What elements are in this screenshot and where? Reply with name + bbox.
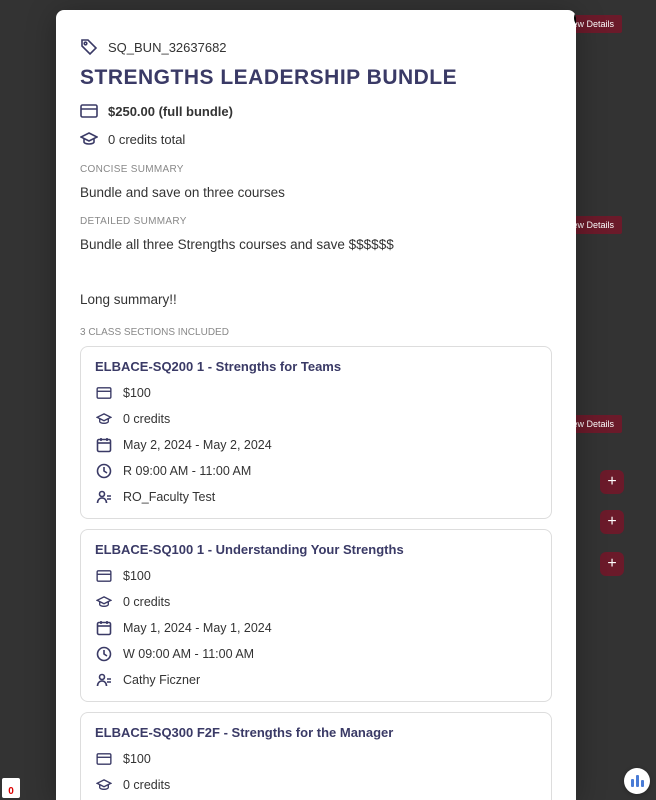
section-price: $100 bbox=[123, 386, 151, 400]
section-dates: May 2, 2024 - May 2, 2024 bbox=[123, 438, 272, 452]
clock-icon bbox=[95, 462, 113, 480]
detailed-summary-label: DETAILED SUMMARY bbox=[80, 216, 552, 227]
credit-card-icon bbox=[80, 102, 98, 120]
bars-icon bbox=[631, 775, 644, 787]
bundle-price: $250.00 (full bundle) bbox=[108, 104, 233, 119]
graduation-cap-icon bbox=[95, 776, 113, 794]
calendar-icon bbox=[95, 619, 113, 637]
graduation-cap-icon bbox=[80, 130, 98, 148]
calendar-icon bbox=[95, 436, 113, 454]
class-sections-label: 3 CLASS SECTIONS INCLUDED bbox=[80, 327, 552, 338]
section-time: W 09:00 AM - 11:00 AM bbox=[123, 647, 254, 661]
concise-summary-text: Bundle and save on three courses bbox=[80, 185, 552, 200]
person-icon bbox=[95, 488, 113, 506]
section-dates: May 1, 2024 - May 1, 2024 bbox=[123, 621, 272, 635]
add-button[interactable]: + bbox=[600, 510, 624, 534]
tag-icon bbox=[80, 38, 98, 56]
class-section-card[interactable]: ELBACE-SQ100 1 - Understanding Your Stre… bbox=[80, 529, 552, 702]
notification-badge[interactable]: 0 bbox=[2, 778, 20, 798]
add-button[interactable]: + bbox=[600, 552, 624, 576]
section-time: R 09:00 AM - 11:00 AM bbox=[123, 464, 251, 478]
detailed-summary-text: Bundle all three Strengths courses and s… bbox=[80, 237, 552, 252]
section-price: $100 bbox=[123, 752, 151, 766]
section-credits: 0 credits bbox=[123, 412, 170, 426]
class-section-card[interactable]: ELBACE-SQ200 1 - Strengths for Teams $10… bbox=[80, 346, 552, 519]
close-button[interactable]: ✕ bbox=[574, 10, 576, 28]
section-credits: 0 credits bbox=[123, 778, 170, 792]
class-section-card[interactable]: ELBACE-SQ300 F2F - Strengths for the Man… bbox=[80, 712, 552, 800]
sku-value: SQ_BUN_32637682 bbox=[108, 40, 227, 55]
credit-card-icon bbox=[95, 567, 113, 585]
credit-card-icon bbox=[95, 750, 113, 768]
long-summary-text: Long summary!! bbox=[80, 292, 552, 307]
clock-icon bbox=[95, 645, 113, 663]
bundle-details-modal: ✕ SQ_BUN_32637682 STRENGTHS LEADERSHIP B… bbox=[56, 10, 576, 800]
add-button[interactable]: + bbox=[600, 470, 624, 494]
graduation-cap-icon bbox=[95, 410, 113, 428]
section-title: ELBACE-SQ200 1 - Strengths for Teams bbox=[95, 359, 537, 374]
person-icon bbox=[95, 671, 113, 689]
section-instructor: Cathy Ficzner bbox=[123, 673, 200, 687]
concise-summary-label: CONCISE SUMMARY bbox=[80, 164, 552, 175]
bundle-credits: 0 credits total bbox=[108, 132, 185, 147]
chat-widget-button[interactable] bbox=[624, 768, 650, 794]
section-title: ELBACE-SQ300 F2F - Strengths for the Man… bbox=[95, 725, 537, 740]
credit-card-icon bbox=[95, 384, 113, 402]
section-credits: 0 credits bbox=[123, 595, 170, 609]
section-title: ELBACE-SQ100 1 - Understanding Your Stre… bbox=[95, 542, 537, 557]
section-instructor: RO_Faculty Test bbox=[123, 490, 215, 504]
bundle-title: STRENGTHS LEADERSHIP BUNDLE bbox=[80, 66, 552, 90]
graduation-cap-icon bbox=[95, 593, 113, 611]
section-price: $100 bbox=[123, 569, 151, 583]
